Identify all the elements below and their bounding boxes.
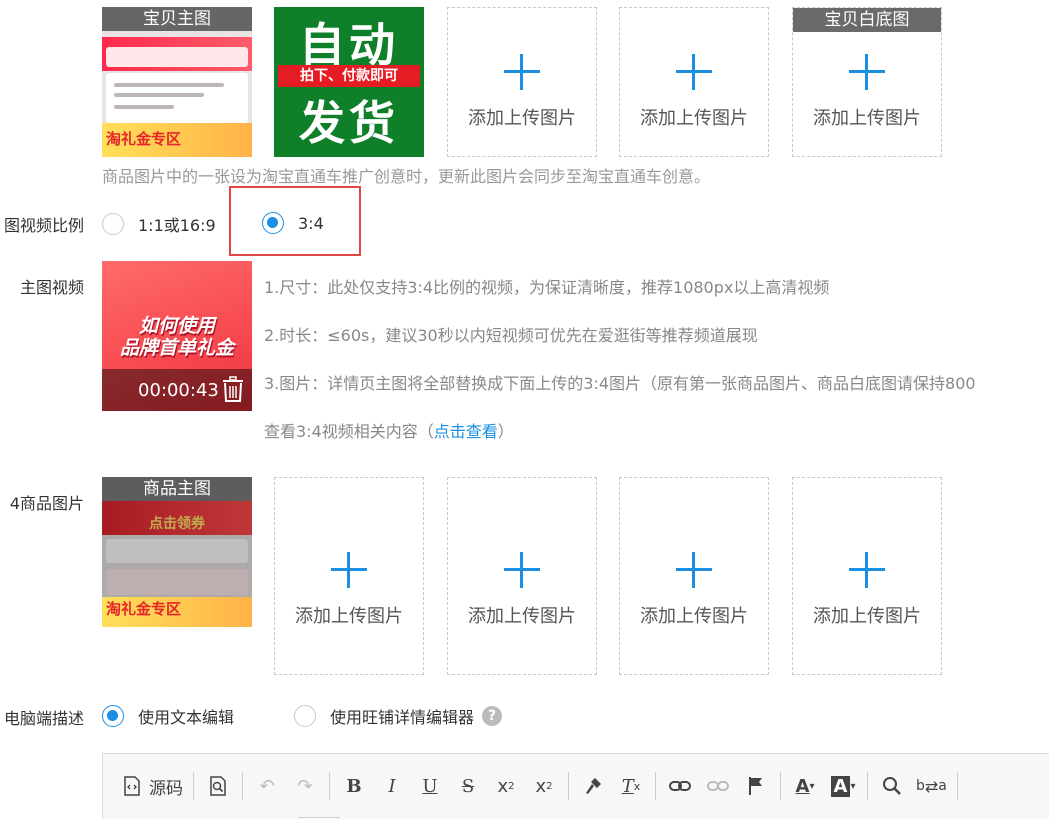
clear-format-icon[interactable]: Tx bbox=[617, 770, 645, 802]
radio-label: 使用旺铺详情编辑器 bbox=[330, 708, 475, 727]
preview-button[interactable] bbox=[204, 770, 232, 802]
preview-icon bbox=[210, 776, 226, 796]
radio-label: 使用文本编辑 bbox=[138, 708, 235, 727]
wangpu-editor-option[interactable]: 使用旺铺详情编辑器 ? bbox=[294, 704, 503, 728]
underline-icon[interactable]: U bbox=[416, 770, 444, 802]
view-more-link[interactable]: 点击查看 bbox=[434, 422, 498, 441]
undo-icon[interactable]: ↶ bbox=[253, 770, 281, 802]
redo-icon[interactable]: ↷ bbox=[291, 770, 319, 802]
upload-label: 添加上传图片 bbox=[640, 108, 748, 129]
upload-label: 添加上传图片 bbox=[295, 606, 403, 627]
source-code-button[interactable]: 源码 bbox=[123, 770, 183, 802]
search-icon[interactable] bbox=[878, 770, 906, 802]
ratio-label: 图视频比例 bbox=[3, 216, 84, 235]
plus-icon bbox=[676, 54, 712, 90]
tile-tag: 宝贝白底图 bbox=[793, 8, 941, 32]
ratio-option-1-1[interactable]: 1:1或16:9 bbox=[102, 212, 216, 236]
upload-image-button[interactable]: 添加上传图片 bbox=[619, 7, 769, 157]
find-replace-icon[interactable]: b ⇄ a bbox=[916, 770, 947, 802]
upload-image-button[interactable]: 添加上传图片 bbox=[619, 477, 769, 675]
anchor-flag-icon[interactable] bbox=[742, 770, 770, 802]
upload-image-button[interactable]: 添加上传图片 bbox=[447, 7, 597, 157]
plus-icon bbox=[504, 552, 540, 588]
upload-label: 添加上传图片 bbox=[813, 108, 921, 129]
upload-label: 添加上传图片 bbox=[468, 108, 576, 129]
desc-label: 电脑端描述 bbox=[3, 709, 84, 728]
plus-icon bbox=[504, 54, 540, 90]
auto-ship-image[interactable]: 自动 拍下、付款即可 发货 bbox=[274, 7, 424, 157]
product-main-image-thumb[interactable]: 点击领券 淘礼金专区 商品主图 bbox=[102, 477, 252, 627]
auto-ship-line3: 发货 bbox=[299, 96, 399, 150]
radio-icon bbox=[294, 705, 316, 727]
editor-toolbar: 源码 ↶ ↷ B I U S x2 x2 Tx A ▾ A ▾ b ⇄ a bbox=[103, 754, 968, 818]
bold-icon[interactable]: B bbox=[340, 770, 368, 802]
radio-label: 3:4 bbox=[298, 213, 324, 233]
plus-icon bbox=[331, 552, 367, 588]
main-image-hint: 商品图片中的一张设为淘宝直通车推广创意时，更新此图片会同步至淘宝直通车创意。 bbox=[102, 167, 711, 186]
main-image-thumb[interactable]: 淘礼金专区 宝贝主图 bbox=[102, 7, 252, 157]
unlink-icon[interactable] bbox=[704, 770, 732, 802]
strikethrough-icon[interactable]: S bbox=[454, 770, 482, 802]
video-title-line2: 品牌首单礼金 bbox=[119, 337, 234, 359]
tile-tag: 宝贝主图 bbox=[102, 7, 252, 31]
link-icon[interactable] bbox=[666, 770, 694, 802]
upload-label: 添加上传图片 bbox=[640, 606, 748, 627]
video-info-image: 3.图片：详情页主图将全部替换成下面上传的3:4图片（原有第一张商品图片、商品白… bbox=[264, 374, 976, 393]
video-info-more: 查看3:4视频相关内容（点击查看） bbox=[264, 418, 514, 442]
plus-icon bbox=[676, 552, 712, 588]
format-painter-icon[interactable] bbox=[579, 770, 607, 802]
video-info-duration: 2.时长：≤60s，建议30秒以内短视频可优先在爱逛街等推荐频道展现 bbox=[264, 326, 758, 345]
images34-label: 4商品图片 bbox=[9, 494, 84, 513]
trash-icon[interactable] bbox=[222, 376, 244, 402]
plus-icon bbox=[849, 54, 885, 90]
background-color-icon[interactable]: A ▾ bbox=[829, 770, 857, 802]
upload-image-button[interactable]: 添加上传图片 bbox=[274, 477, 424, 675]
upload-white-bg-image-button[interactable]: 宝贝白底图 添加上传图片 bbox=[792, 7, 942, 157]
source-icon bbox=[124, 776, 140, 796]
video-thumbnail[interactable]: 如何使用 品牌首单礼金 00:00:43 bbox=[102, 261, 252, 411]
radio-icon bbox=[102, 213, 124, 235]
upload-image-button[interactable]: 添加上传图片 bbox=[792, 477, 942, 675]
rich-text-editor: 源码 ↶ ↷ B I U S x2 x2 Tx A ▾ A ▾ b ⇄ a bbox=[102, 753, 1049, 819]
auto-ship-line2: 拍下、付款即可 bbox=[278, 65, 420, 87]
tile-tag: 商品主图 bbox=[102, 477, 252, 501]
subscript-icon[interactable]: x2 bbox=[492, 770, 520, 802]
plus-icon bbox=[849, 552, 885, 588]
video-title-line1: 如何使用 bbox=[138, 315, 215, 337]
text-editor-option[interactable]: 使用文本编辑 bbox=[102, 704, 234, 728]
more-prefix: 查看3:4视频相关内容（ bbox=[264, 422, 434, 441]
upload-image-button[interactable]: 添加上传图片 bbox=[447, 477, 597, 675]
thumb-banner-text: 淘礼金专区 bbox=[106, 600, 182, 618]
superscript-icon[interactable]: x2 bbox=[530, 770, 558, 802]
font-color-icon[interactable]: A ▾ bbox=[791, 770, 819, 802]
help-icon[interactable]: ? bbox=[482, 706, 503, 726]
radio-icon bbox=[102, 705, 124, 727]
upload-label: 添加上传图片 bbox=[468, 606, 576, 627]
radio-icon bbox=[262, 212, 284, 234]
source-label: 源码 bbox=[149, 778, 183, 799]
thumb-banner-text: 淘礼金专区 bbox=[106, 130, 182, 148]
video-info-size: 1.尺寸：此处仅支持3:4比例的视频，为保证清晰度，推荐1080px以上高清视频 bbox=[264, 278, 830, 297]
video-duration: 00:00:43 bbox=[138, 380, 219, 401]
radio-label: 1:1或16:9 bbox=[138, 216, 216, 235]
upload-label: 添加上传图片 bbox=[813, 606, 921, 627]
italic-icon[interactable]: I bbox=[378, 770, 406, 802]
more-suffix: ） bbox=[497, 422, 514, 441]
video-label: 主图视频 bbox=[19, 278, 84, 297]
ratio-option-3-4[interactable]: 3:4 bbox=[262, 212, 324, 234]
